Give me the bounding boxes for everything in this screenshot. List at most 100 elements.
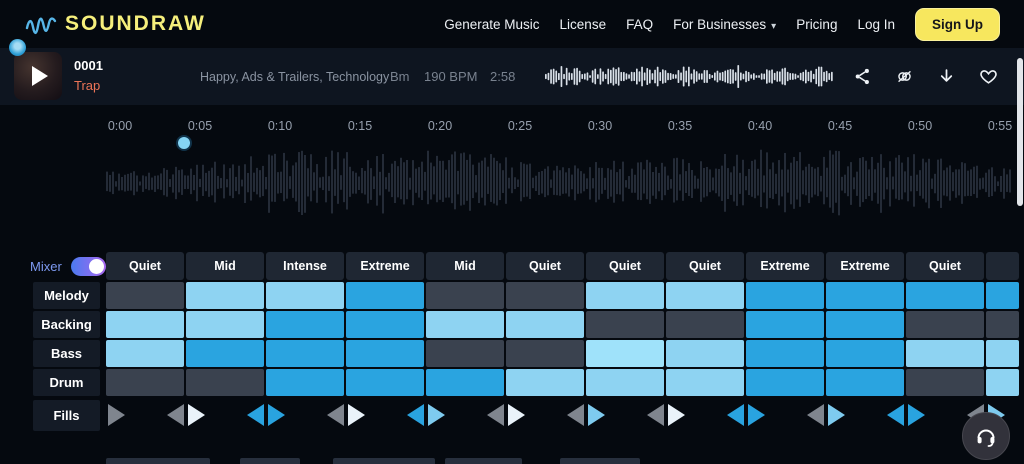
- mixer-cell-bass-1[interactable]: [106, 340, 184, 367]
- mixer-cell-backing-4[interactable]: [346, 311, 424, 338]
- mixer-cell-drum-10[interactable]: [826, 369, 904, 396]
- mixer-cell-melody-1[interactable]: [106, 282, 184, 309]
- fill-right-4[interactable]: [348, 404, 365, 426]
- mixer-cell-backing-10[interactable]: [826, 311, 904, 338]
- energy-block-10[interactable]: Extreme: [826, 252, 904, 280]
- nav-item-generate-music[interactable]: Generate Music: [444, 17, 539, 32]
- nav-item-pricing[interactable]: Pricing: [796, 17, 837, 32]
- mixer-cell-drum-4[interactable]: [346, 369, 424, 396]
- fill-left-2[interactable]: [167, 404, 184, 426]
- mixer-cell-backing-12[interactable]: [986, 311, 1019, 338]
- mixer-cell-bass-7[interactable]: [586, 340, 664, 367]
- mixer-cell-backing-7[interactable]: [586, 311, 664, 338]
- fill-right-7[interactable]: [588, 404, 605, 426]
- fill-left-4[interactable]: [327, 404, 344, 426]
- energy-block-3[interactable]: Intense: [266, 252, 344, 280]
- mixer-cell-melody-7[interactable]: [586, 282, 664, 309]
- tour-pulse-dot[interactable]: [9, 39, 26, 56]
- mixer-cell-bass-5[interactable]: [426, 340, 504, 367]
- logo-wave-icon: [25, 17, 57, 35]
- mixer-cell-melody-9[interactable]: [746, 282, 824, 309]
- mixer-cell-drum-2[interactable]: [186, 369, 264, 396]
- energy-block-8[interactable]: Quiet: [666, 252, 744, 280]
- mixer-cell-backing-5[interactable]: [426, 311, 504, 338]
- mixer-cell-melody-6[interactable]: [506, 282, 584, 309]
- mixer-cell-drum-6[interactable]: [506, 369, 584, 396]
- mixer-cell-bass-11[interactable]: [906, 340, 984, 367]
- fill-left-10[interactable]: [807, 404, 824, 426]
- energy-block-11[interactable]: Quiet: [906, 252, 984, 280]
- mixer-cell-backing-8[interactable]: [666, 311, 744, 338]
- energy-block-4[interactable]: Extreme: [346, 252, 424, 280]
- mixer-cell-drum-11[interactable]: [906, 369, 984, 396]
- fill-right-10[interactable]: [828, 404, 845, 426]
- mixer-cell-bass-6[interactable]: [506, 340, 584, 367]
- copyright-free-icon[interactable]: [895, 67, 914, 86]
- nav-item-license[interactable]: License: [560, 17, 607, 32]
- fill-right-5[interactable]: [428, 404, 445, 426]
- fill-right-9[interactable]: [748, 404, 765, 426]
- fill-left-7[interactable]: [567, 404, 584, 426]
- mixer-cell-melody-5[interactable]: [426, 282, 504, 309]
- energy-block-1[interactable]: Quiet: [106, 252, 184, 280]
- mixer-cell-melody-11[interactable]: [906, 282, 984, 309]
- track-thumbnail-play[interactable]: [14, 52, 62, 100]
- mixer-cell-bass-3[interactable]: [266, 340, 344, 367]
- mixer-cell-bass-9[interactable]: [746, 340, 824, 367]
- energy-block-2[interactable]: Mid: [186, 252, 264, 280]
- download-icon[interactable]: [937, 67, 956, 86]
- mixer-cell-drum-12[interactable]: [986, 369, 1019, 396]
- energy-block-7[interactable]: Quiet: [586, 252, 664, 280]
- sign-up-button[interactable]: Sign Up: [915, 7, 1000, 41]
- mixer-cell-drum-9[interactable]: [746, 369, 824, 396]
- nav-item-faq[interactable]: FAQ: [626, 17, 653, 32]
- mixer-cell-backing-1[interactable]: [106, 311, 184, 338]
- share-icon[interactable]: [853, 67, 872, 86]
- mixer-cell-drum-8[interactable]: [666, 369, 744, 396]
- fill-right-6[interactable]: [508, 404, 525, 426]
- energy-block-5[interactable]: Mid: [426, 252, 504, 280]
- energy-block-9[interactable]: Extreme: [746, 252, 824, 280]
- fill-right-1[interactable]: [108, 404, 125, 426]
- mixer-cell-backing-3[interactable]: [266, 311, 344, 338]
- mixer-cell-drum-1[interactable]: [106, 369, 184, 396]
- mixer-cell-melody-3[interactable]: [266, 282, 344, 309]
- mixer-cell-backing-9[interactable]: [746, 311, 824, 338]
- mixer-cell-drum-3[interactable]: [266, 369, 344, 396]
- nav-item-log-in[interactable]: Log In: [857, 17, 895, 32]
- fill-right-3[interactable]: [268, 404, 285, 426]
- mixer-cell-melody-2[interactable]: [186, 282, 264, 309]
- mixer-cell-melody-8[interactable]: [666, 282, 744, 309]
- mixer-cell-backing-11[interactable]: [906, 311, 984, 338]
- mixer-cell-melody-10[interactable]: [826, 282, 904, 309]
- mixer-cell-backing-6[interactable]: [506, 311, 584, 338]
- track-waveform[interactable]: [0, 148, 1024, 230]
- mixer-cell-bass-10[interactable]: [826, 340, 904, 367]
- preview-headphones-button[interactable]: [962, 412, 1010, 460]
- mixer-cell-melody-4[interactable]: [346, 282, 424, 309]
- mixer-toggle[interactable]: [70, 257, 106, 276]
- mixer-cell-bass-12[interactable]: [986, 340, 1019, 367]
- fill-right-8[interactable]: [668, 404, 685, 426]
- energy-block-12[interactable]: [986, 252, 1019, 280]
- mixer-cell-backing-2[interactable]: [186, 311, 264, 338]
- fill-left-11[interactable]: [887, 404, 904, 426]
- fill-left-9[interactable]: [727, 404, 744, 426]
- mixer-cell-drum-7[interactable]: [586, 369, 664, 396]
- mixer-cell-bass-4[interactable]: [346, 340, 424, 367]
- mini-waveform[interactable]: [543, 58, 835, 95]
- mixer-cell-bass-2[interactable]: [186, 340, 264, 367]
- mixer-cell-bass-8[interactable]: [666, 340, 744, 367]
- nav-item-for-businesses[interactable]: For Businesses ▾: [673, 17, 776, 32]
- fill-left-5[interactable]: [407, 404, 424, 426]
- favorite-icon[interactable]: [979, 67, 998, 86]
- mixer-cell-melody-12[interactable]: [986, 282, 1019, 309]
- fill-right-2[interactable]: [188, 404, 205, 426]
- fill-left-3[interactable]: [247, 404, 264, 426]
- fill-left-6[interactable]: [487, 404, 504, 426]
- energy-block-6[interactable]: Quiet: [506, 252, 584, 280]
- mixer-cell-drum-5[interactable]: [426, 369, 504, 396]
- soundraw-logo[interactable]: SOUNDRAW: [24, 11, 206, 37]
- fill-right-11[interactable]: [908, 404, 925, 426]
- fill-left-8[interactable]: [647, 404, 664, 426]
